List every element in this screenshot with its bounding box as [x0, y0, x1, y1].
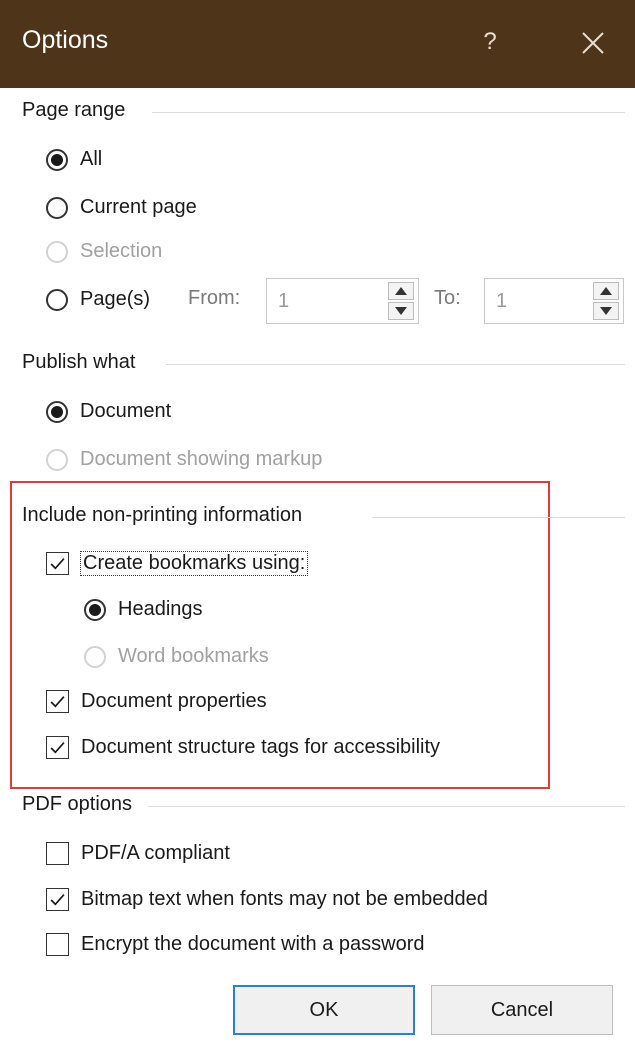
- radio-document-markup: Document showing markup: [46, 448, 322, 471]
- to-spin-down-button[interactable]: [593, 302, 619, 320]
- radio-document[interactable]: Document: [46, 400, 171, 423]
- checkbox-pdfa-label: PDF/A compliant: [81, 842, 230, 864]
- checkbox-bitmap-text[interactable]: Bitmap text when fonts may not be embedd…: [46, 888, 488, 911]
- from-spin-down-button[interactable]: [388, 302, 414, 320]
- radio-all-indicator[interactable]: [46, 148, 68, 171]
- radio-all-label: All: [80, 148, 103, 170]
- radio-current-page-label: Current page: [80, 196, 197, 218]
- help-icon: ?: [483, 28, 497, 55]
- from-label: From:: [188, 287, 241, 309]
- checkmark-icon: [50, 894, 65, 906]
- radio-document-indicator[interactable]: [46, 400, 68, 423]
- checkbox-bitmap-text-label: Bitmap text when fonts may not be embedd…: [81, 888, 488, 910]
- close-icon: [582, 32, 604, 54]
- checkbox-encrypt[interactable]: Encrypt the document with a password: [46, 933, 425, 956]
- radio-document-markup-indicator: [46, 448, 68, 471]
- non-printing-divider: [372, 517, 625, 518]
- checkbox-pdfa[interactable]: PDF/A compliant: [46, 842, 230, 865]
- radio-headings-label: Headings: [118, 598, 203, 620]
- radio-selection: Selection: [46, 240, 162, 263]
- spin-down-icon: [395, 307, 407, 315]
- from-spinner-buttons: [388, 282, 414, 320]
- checkbox-doc-properties-label: Document properties: [81, 690, 267, 712]
- to-spinner-buttons: [593, 282, 619, 320]
- publish-what-divider: [166, 364, 625, 365]
- from-value[interactable]: 1: [278, 290, 289, 313]
- dialog-title: Options: [22, 26, 109, 54]
- title-bar: Options ?: [0, 0, 635, 88]
- help-button[interactable]: ?: [468, 20, 512, 64]
- checkmark-icon: [50, 558, 65, 570]
- page-range-label: Page range: [22, 99, 126, 121]
- spin-up-icon: [600, 287, 612, 295]
- checkbox-create-bookmarks-label: Create bookmarks using:: [79, 551, 309, 576]
- radio-current-page[interactable]: Current page: [46, 196, 197, 219]
- pdf-options-divider: [148, 806, 625, 807]
- checkbox-create-bookmarks[interactable]: Create bookmarks using:: [46, 551, 309, 576]
- to-label: To:: [434, 287, 461, 309]
- checkbox-structure-tags[interactable]: Document structure tags for accessibilit…: [46, 736, 440, 759]
- radio-word-bookmarks-label: Word bookmarks: [118, 645, 269, 667]
- close-button[interactable]: [568, 20, 618, 66]
- radio-document-label: Document: [80, 400, 172, 422]
- to-value[interactable]: 1: [496, 290, 507, 313]
- checkbox-encrypt-box[interactable]: [46, 933, 69, 956]
- to-spinner[interactable]: 1: [484, 278, 624, 324]
- pdf-options-label: PDF options: [22, 793, 133, 815]
- radio-headings-indicator[interactable]: [84, 598, 106, 621]
- spin-up-icon: [395, 287, 407, 295]
- checkbox-create-bookmarks-box[interactable]: [46, 552, 69, 575]
- checkbox-doc-properties[interactable]: Document properties: [46, 690, 267, 713]
- radio-selection-indicator: [46, 240, 68, 263]
- checkbox-encrypt-label: Encrypt the document with a password: [81, 933, 425, 955]
- radio-document-markup-label: Document showing markup: [80, 448, 323, 470]
- radio-all[interactable]: All: [46, 148, 102, 171]
- radio-current-page-indicator[interactable]: [46, 196, 68, 219]
- checkmark-icon: [50, 696, 65, 708]
- checkbox-bitmap-text-box[interactable]: [46, 888, 69, 911]
- radio-pages-label: Page(s): [80, 288, 151, 310]
- checkbox-pdfa-box[interactable]: [46, 842, 69, 865]
- from-spinner[interactable]: 1: [266, 278, 419, 324]
- radio-headings[interactable]: Headings: [84, 598, 203, 621]
- ok-button[interactable]: OK: [233, 985, 415, 1035]
- radio-word-bookmarks: Word bookmarks: [84, 645, 269, 668]
- checkbox-structure-tags-label: Document structure tags for accessibilit…: [81, 736, 441, 758]
- checkmark-icon: [50, 742, 65, 754]
- publish-what-label: Publish what: [22, 351, 136, 373]
- to-spin-up-button[interactable]: [593, 282, 619, 300]
- non-printing-label: Include non-printing information: [22, 504, 303, 526]
- cancel-button[interactable]: Cancel: [431, 985, 613, 1035]
- checkbox-structure-tags-box[interactable]: [46, 736, 69, 759]
- radio-pages[interactable]: Page(s): [46, 288, 150, 311]
- radio-word-bookmarks-indicator: [84, 645, 106, 668]
- page-range-divider: [152, 112, 625, 113]
- radio-selection-label: Selection: [80, 240, 163, 262]
- from-spin-up-button[interactable]: [388, 282, 414, 300]
- radio-pages-indicator[interactable]: [46, 288, 68, 311]
- checkbox-doc-properties-box[interactable]: [46, 690, 69, 713]
- spin-down-icon: [600, 307, 612, 315]
